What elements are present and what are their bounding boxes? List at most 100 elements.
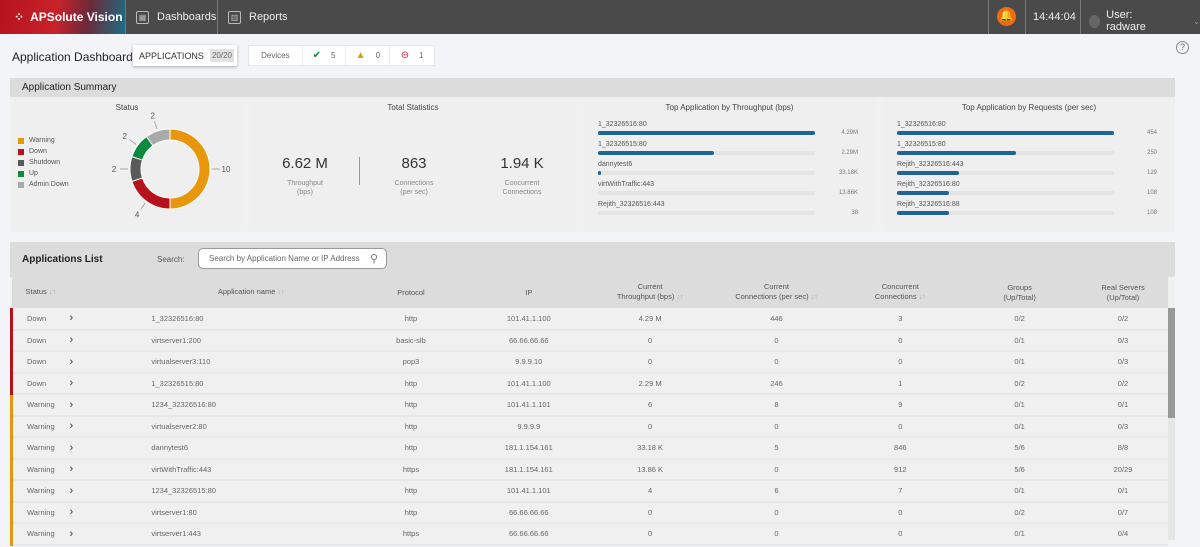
bar-name: dannytest6 (598, 161, 633, 168)
table-cell: 0/7 (1078, 501, 1168, 524)
sort-icon[interactable]: ↓↑ (49, 289, 56, 296)
expand-chevron-icon[interactable]: › (69, 437, 152, 460)
expand-chevron-icon[interactable]: › (69, 394, 152, 417)
panel-title: Applications List (10, 242, 1175, 277)
status-cell: Warning (10, 415, 70, 438)
expand-chevron-icon[interactable]: › (69, 458, 152, 481)
table-cell: http (351, 480, 471, 503)
table-cell: http (351, 308, 471, 331)
table-cell: 446 (713, 308, 840, 331)
bar-item[interactable]: Rejith_32326516:80 108 (897, 181, 1157, 201)
bar-track (598, 131, 815, 135)
table-row[interactable]: Down › virtualserver3:110 pop3 9.9.9.10 0 0 0 0/… (10, 351, 1168, 374)
user-menu[interactable]: User: radware ⌄ (1089, 9, 1200, 33)
bar-fill (598, 131, 815, 135)
table-cell: 6 (713, 480, 840, 503)
sort-icon[interactable]: ↓↑ (676, 294, 683, 301)
table-row[interactable]: Warning › 1234_32326516:80 http 101.41.1.101… (10, 394, 1168, 417)
scrollbar-thumb[interactable] (1168, 308, 1175, 418)
column-header[interactable]: Protocol (351, 277, 471, 308)
table-row[interactable]: Warning › virtWithTraffic:443 https 181.1.15… (10, 458, 1168, 481)
help-icon[interactable]: ? (1176, 41, 1189, 54)
expand-chevron-icon[interactable]: › (69, 480, 152, 503)
column-header[interactable]: Groups (Up/Total) (961, 277, 1079, 308)
table-row[interactable]: Down › virtserver1:200 basic-slb 66.66.66.66… (10, 329, 1168, 352)
brand-logo[interactable]: ⁘ APSolute Vision (0, 0, 125, 34)
expand-chevron-icon[interactable]: › (69, 501, 152, 524)
applications-count: 20/20 (209, 49, 234, 62)
column-header[interactable]: Current Throughput (bps) ↓↑ (586, 277, 714, 308)
search-icon[interactable]: ⚲ (370, 252, 378, 265)
user-label: User: radware (1106, 9, 1146, 33)
table-scrollbar[interactable] (1168, 308, 1175, 540)
table-cell: 0/2 (961, 501, 1079, 524)
table-cell: 0/4 (1078, 523, 1168, 546)
column-header[interactable]: Application name ↓↑ (151, 277, 352, 308)
table-cell: 181.1.154.161 (470, 458, 587, 481)
bar-item[interactable]: 1_32326516:80 454 (897, 121, 1157, 141)
sort-icon[interactable]: ↓↑ (919, 294, 926, 301)
bar-fill (897, 131, 1114, 135)
table-cell: 0 (713, 501, 840, 524)
column-label: Current Throughput (bps) (616, 282, 675, 301)
bar-item[interactable]: Rejith_32326516:88 108 (897, 201, 1157, 221)
report-icon: ▥ (228, 10, 241, 24)
bar-track (598, 171, 815, 175)
table-row[interactable]: Warning › 1234_32326515:80 http 101.41.1.101… (10, 480, 1168, 503)
page-title: Application Dashboard (12, 50, 133, 64)
devices-status[interactable]: Devices ✔ 5 ▲ 0 ⊖ 1 (248, 45, 435, 66)
column-header[interactable]: Status ↓↑ (11, 277, 70, 308)
bar-value: 108 (1146, 210, 1157, 216)
table-cell: 9 (839, 394, 962, 417)
column-header[interactable]: Real Servers (Up/Total) (1078, 277, 1168, 308)
bar-item[interactable]: Rejith_32326516:443 38 (598, 201, 858, 221)
table-cell: 912 (839, 458, 962, 481)
column-header[interactable]: Concurrent Connections ↓↑ (839, 277, 962, 308)
stat-throughput: 6.62 M Throughput (bps) (282, 155, 328, 196)
donut-slice-down[interactable] (131, 177, 171, 210)
nav-reports[interactable]: ▥ Reports (217, 0, 337, 34)
bar-item[interactable]: 1_32326515:80 250 (897, 141, 1157, 161)
bar-name: 1_32326515:80 (897, 141, 946, 148)
applications-table: Status ↓↑ Application name ↓↑ Protocol IP Cu… (10, 277, 1168, 546)
table-row[interactable]: Warning › dannytest6 http 181.1.154.161 33.18… (10, 437, 1168, 460)
app-name-cell: virtualserver3:110 (151, 351, 352, 374)
table-row[interactable]: Warning › virtserver1:443 https 66.66.66.66 0… (10, 523, 1168, 546)
table-cell: 246 (713, 372, 840, 395)
donut-leader (129, 139, 137, 145)
bar-item[interactable]: virtWithTraffic:443 13.86K (598, 181, 858, 201)
bar-item[interactable]: dannytest6 33.18K (598, 161, 858, 181)
alerts-bell-icon[interactable]: 🔔 (997, 7, 1016, 26)
table-row[interactable]: Down › 1_32326515:80 http 101.41.1.100 2.29 M… (10, 372, 1168, 395)
table-row[interactable]: Down › 1_32326516:80 http 101.41.1.100 4.29 M… (10, 308, 1168, 331)
table-cell: 4.29 M (586, 308, 714, 331)
expand-chevron-icon[interactable]: › (69, 415, 152, 438)
expand-chevron-icon[interactable]: › (69, 372, 152, 395)
applications-button[interactable]: APPLICATIONS 20/20 (133, 45, 237, 66)
bar-item[interactable]: 1_32326515:80 2.29M (598, 141, 858, 161)
bar-item[interactable]: 1_32326516:80 4.29M (598, 121, 858, 141)
donut-slice-shutdown[interactable] (129, 156, 144, 182)
expand-chevron-icon[interactable]: › (69, 329, 152, 352)
table-cell: 0/1 (961, 329, 1079, 352)
bar-track (897, 171, 1114, 175)
sort-icon[interactable]: ↓↑ (811, 294, 818, 301)
expand-chevron-icon[interactable]: › (69, 308, 152, 331)
table-cell: https (351, 458, 471, 481)
search-input[interactable]: Search by Application Name or IP Address… (198, 248, 387, 269)
column-header[interactable]: Current Connections (per sec) ↓↑ (713, 277, 840, 308)
table-row[interactable]: Warning › virtserver1:80 http 66.66.66.66 0 0 0… (10, 501, 1168, 524)
column-header[interactable]: IP (470, 277, 587, 308)
donut-slice-warning[interactable] (169, 128, 211, 210)
table-cell: 9.9.9.9 (470, 415, 587, 438)
table-cell: 0/2 (1078, 308, 1168, 331)
nav-label: Dashboards (157, 11, 217, 23)
expand-chevron-icon[interactable]: › (69, 523, 152, 546)
total-statistics: Total Statistics 6.62 M Throughput (bps) 8… (250, 97, 576, 230)
expand-chevron-icon[interactable]: › (69, 351, 152, 374)
table-cell: pop3 (351, 351, 471, 374)
nav-dashboards[interactable]: ▦ Dashboards (125, 0, 217, 34)
table-row[interactable]: Warning › virtualserver2:80 http 9.9.9.9 0 0 0 0… (10, 415, 1168, 438)
sort-icon[interactable]: ↓↑ (278, 289, 285, 296)
bar-item[interactable]: Rejith_32326516:443 129 (897, 161, 1157, 181)
